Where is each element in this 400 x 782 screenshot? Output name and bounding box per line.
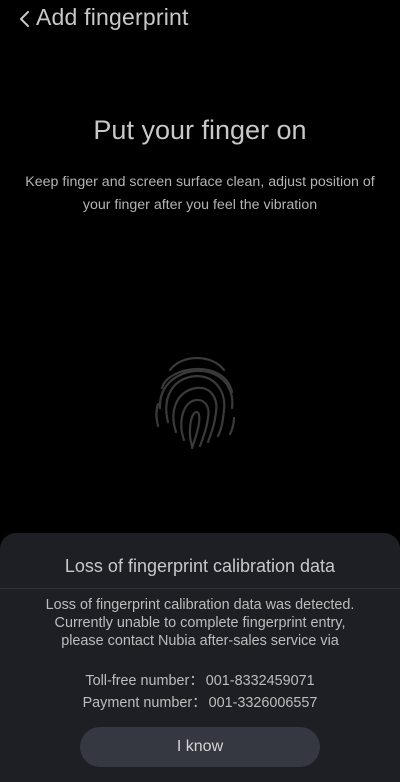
i-know-button[interactable]: I know — [80, 727, 320, 767]
header: Add fingerprint — [0, 0, 400, 40]
payment-line: Payment number： 001-3326006557 — [82, 695, 318, 711]
toll-free-label: Toll-free number — [85, 673, 190, 689]
add-fingerprint-screen: Add fingerprint Put your finger on Keep … — [0, 0, 400, 782]
toll-free-number: 001-8332459071 — [205, 673, 315, 689]
calibration-error-dialog: Loss of fingerprint calibration data Los… — [0, 533, 400, 782]
page-title: Put your finger on — [93, 115, 307, 145]
payment-number: 001-3326006557 — [208, 695, 318, 711]
toll-free-line: Toll-free number： 001-8332459071 — [85, 673, 315, 689]
dialog-title: Loss of fingerprint calibration data — [64, 556, 336, 576]
back-button[interactable] — [14, 6, 36, 32]
dialog-divider — [0, 588, 400, 589]
chevron-left-icon — [20, 11, 29, 27]
instructions-text: Keep finger and screen surface clean, ad… — [25, 174, 375, 213]
header-title: Add fingerprint — [36, 4, 189, 30]
fingerprint-icon — [155, 357, 236, 450]
dialog-message: Loss of fingerprint calibration data was… — [45, 597, 355, 649]
payment-label: Payment number — [82, 695, 193, 711]
